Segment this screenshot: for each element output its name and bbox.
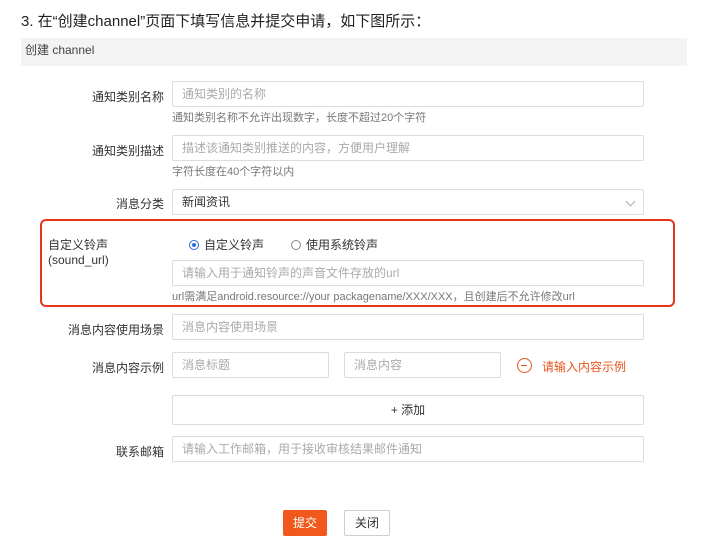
radio-custom-label: 自定义铃声 — [204, 238, 265, 252]
category-desc-input[interactable]: 描述该通知类别推送的内容，方便用户理解 — [172, 135, 644, 161]
close-button[interactable]: 关闭 — [344, 510, 390, 536]
add-example-button[interactable]: + 添加 — [172, 395, 644, 425]
radio-selected-icon — [189, 239, 199, 250]
message-category-select[interactable]: 新闻资讯 — [172, 189, 644, 215]
email-input[interactable]: 请输入工作邮箱，用于接收审核结果邮件通知 — [172, 436, 644, 462]
sound-url-hint: url需满足android.resource://your packagenam… — [172, 291, 575, 303]
step-title: 3. 在“创建channel”页面下填写信息并提交申请，如下图所示： — [21, 13, 431, 30]
email-label: 联系邮箱 — [115, 445, 164, 459]
message-category-value: 新闻资讯 — [182, 195, 231, 209]
category-name-label: 通知类别名称 — [91, 90, 164, 104]
category-name-hint: 通知类别名称不允许出现数字，长度不超过20个字符 — [172, 112, 427, 124]
example-title-input[interactable]: 消息标题 — [172, 352, 329, 378]
radio-system-label: 使用系统铃声 — [306, 238, 379, 252]
category-desc-hint: 字符长度在40个字符以内 — [172, 166, 295, 178]
category-name-input[interactable]: 通知类别的名称 — [172, 81, 644, 107]
example-content-input[interactable]: 消息内容 — [344, 352, 501, 378]
usage-scene-label: 消息内容使用场景 — [67, 323, 164, 337]
example-error: 请输入内容示例 — [542, 360, 627, 374]
usage-scene-input[interactable]: 消息内容使用场景 — [172, 314, 644, 340]
sound-url-label: 自定义铃声 (sound_url) — [48, 238, 109, 267]
submit-button[interactable]: 提交 — [283, 510, 327, 536]
radio-unselected-icon — [291, 239, 301, 250]
radio-custom-sound[interactable]: 自定义铃声 — [189, 236, 264, 253]
message-category-label: 消息分类 — [115, 197, 164, 211]
remove-circle-icon[interactable] — [517, 358, 532, 373]
category-desc-label: 通知类别描述 — [91, 144, 164, 158]
sound-url-input[interactable]: 请输入用于通知铃声的声音文件存放的url — [172, 260, 644, 286]
radio-system-sound[interactable]: 使用系统铃声 — [291, 236, 378, 253]
chevron-down-icon — [625, 196, 636, 207]
example-label: 消息内容示例 — [91, 361, 164, 375]
panel-header: 创建 channel — [21, 38, 687, 66]
